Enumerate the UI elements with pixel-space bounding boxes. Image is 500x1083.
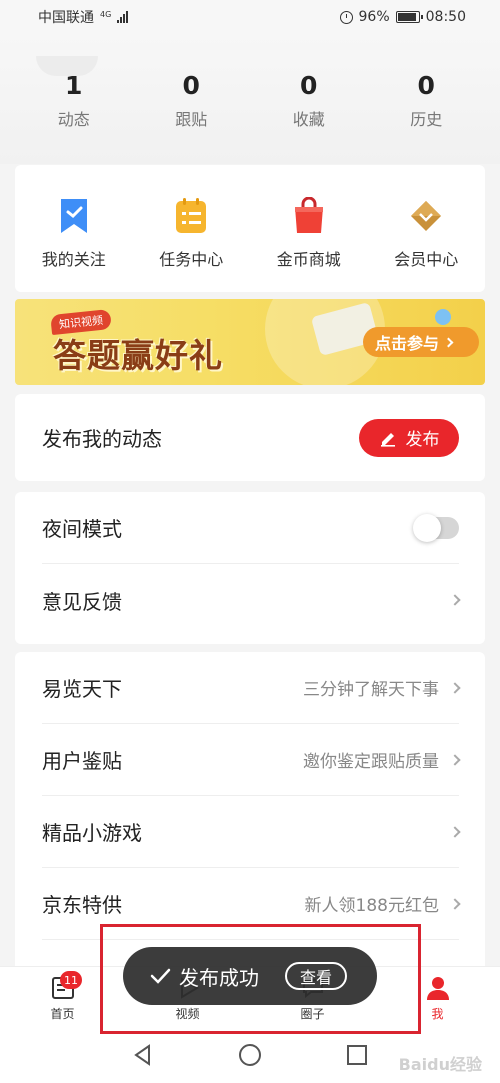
feature-my-follows[interactable]: 我的关注 — [15, 197, 133, 292]
notification-badge: 11 — [60, 971, 82, 989]
status-right: 96% 08:50 — [339, 9, 466, 25]
stat-label: 跟贴 — [175, 110, 208, 129]
setting-label: 意见反馈 — [42, 589, 122, 614]
stat-posts[interactable]: 1 动态 — [15, 70, 133, 140]
home-circle-icon[interactable] — [238, 1043, 262, 1067]
link-row[interactable]: 易览天下 三分钟了解天下事 — [42, 652, 461, 724]
battery-percent: 96% — [358, 9, 390, 25]
setting-night-mode: 夜间模式 — [42, 492, 459, 564]
tab-label: 首页 — [50, 1007, 75, 1021]
carrier-name: 中国联通 — [38, 10, 94, 26]
alarm-icon — [339, 10, 353, 24]
link-right: 新人领188元红包 — [304, 891, 461, 916]
highlight-annotation-box — [100, 924, 421, 1034]
link-label: 用户鉴贴 — [42, 749, 122, 773]
pencil-icon — [380, 432, 395, 447]
shopping-bag-icon — [294, 197, 323, 233]
link-right: 三分钟了解天下事 — [303, 675, 461, 700]
link-subtitle: 新人领188元红包 — [304, 896, 439, 916]
link-right — [439, 825, 461, 838]
setting-label: 夜间模式 — [42, 517, 122, 541]
link-subtitle: 三分钟了解天下事 — [303, 680, 439, 700]
chevron-right-icon — [449, 753, 461, 766]
chevron-right-icon — [449, 897, 461, 910]
bookmark-icon — [60, 199, 87, 233]
feature-shortcuts: 我的关注 任务中心 金币商城 会员中心 — [15, 165, 485, 292]
stat-value: 1 — [65, 71, 83, 100]
link-subtitle: 邀你鉴定跟贴质量 — [303, 752, 439, 772]
task-list-icon — [176, 198, 207, 233]
stat-favorites[interactable]: 0 收藏 — [250, 70, 368, 140]
tab-label: 我 — [431, 1007, 444, 1021]
link-row[interactable]: 精品小游戏 — [42, 796, 461, 868]
back-icon[interactable] — [131, 1043, 155, 1067]
recents-square-icon[interactable] — [345, 1043, 369, 1067]
watermark: Baidu经验 — [398, 1055, 482, 1074]
night-mode-toggle[interactable] — [413, 513, 459, 542]
publish-button[interactable]: 发布 — [359, 418, 459, 457]
settings-card: 夜间模式 意见反馈 — [15, 492, 485, 644]
publish-card: 发布我的动态 发布 — [15, 394, 485, 481]
battery-icon — [395, 11, 423, 23]
profile-stats: 1 动态 0 跟贴 0 收藏 0 历史 — [15, 70, 485, 140]
link-row[interactable]: 用户鉴贴 邀你鉴定跟贴质量 — [42, 724, 461, 796]
chevron-right-icon — [443, 337, 454, 347]
chevron-right-icon — [449, 594, 461, 606]
feature-label: 我的关注 — [41, 250, 106, 269]
stat-value: 0 — [182, 71, 200, 100]
signal-icon — [117, 11, 129, 23]
stat-value: 0 — [300, 71, 318, 100]
quiz-promo-banner[interactable]: 知识视频 答题赢好礼 点击参与 — [15, 299, 485, 385]
join-button[interactable]: 点击参与 — [363, 327, 479, 357]
setting-feedback[interactable]: 意见反馈 — [42, 564, 461, 636]
feature-label: 金币商城 — [276, 250, 341, 269]
feature-vip-center[interactable]: 会员中心 — [368, 197, 486, 292]
stat-value: 0 — [417, 71, 435, 100]
network-type: 4G — [100, 10, 112, 19]
chevron-right-icon — [449, 825, 461, 838]
stat-comments[interactable]: 0 跟贴 — [133, 70, 251, 140]
banner-decoration — [435, 309, 451, 325]
banner-title: 答题赢好礼 — [53, 336, 223, 375]
link-right: 邀你鉴定跟贴质量 — [303, 747, 461, 772]
clock: 08:50 — [425, 9, 466, 25]
feature-label: 任务中心 — [159, 250, 224, 269]
stat-label: 历史 — [410, 110, 443, 129]
publish-title: 发布我的动态 — [42, 427, 162, 451]
status-bar: 中国联通 4G 96% 08:50 — [0, 0, 500, 34]
feature-coin-mall[interactable]: 金币商城 — [250, 197, 368, 292]
stat-history[interactable]: 0 历史 — [368, 70, 486, 140]
feature-task-center[interactable]: 任务中心 — [133, 197, 251, 292]
diamond-icon — [411, 201, 442, 231]
stat-label: 收藏 — [292, 110, 325, 129]
status-left: 中国联通 4G — [38, 7, 129, 27]
publish-button-label: 发布 — [405, 430, 440, 450]
link-label: 易览天下 — [42, 677, 122, 701]
link-label: 京东特供 — [42, 893, 122, 917]
chevron-right-icon — [449, 681, 461, 694]
feature-label: 会员中心 — [394, 250, 459, 269]
link-label: 精品小游戏 — [42, 821, 142, 845]
user-icon — [426, 977, 449, 1000]
join-button-label: 点击参与 — [375, 334, 440, 353]
stat-label: 动态 — [57, 110, 90, 129]
